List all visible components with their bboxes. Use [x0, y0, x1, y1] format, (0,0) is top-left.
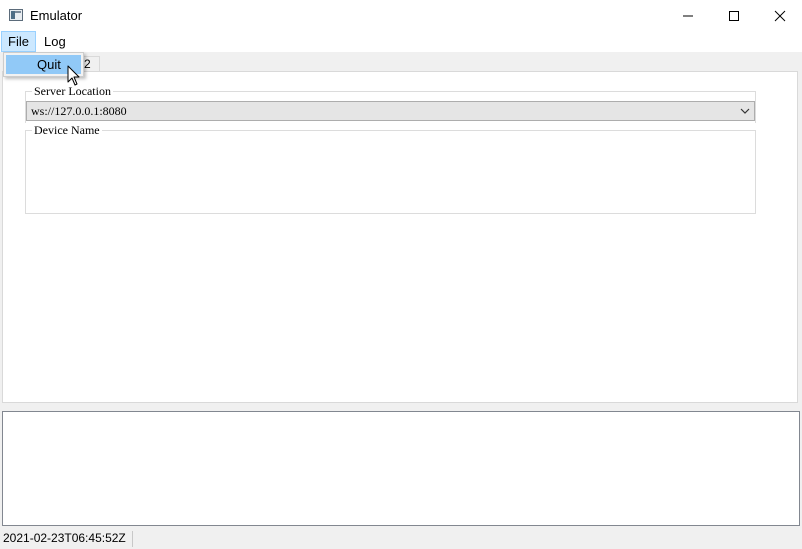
server-location-select[interactable]: ws://127.0.0.1:8080	[26, 101, 755, 121]
status-separator	[132, 531, 133, 547]
application-window: Emulator File Log 2 Server Location ws:/…	[0, 0, 802, 549]
menu-file[interactable]: File	[1, 31, 36, 52]
title-bar[interactable]: Emulator	[0, 0, 802, 31]
minimize-button[interactable]	[664, 0, 710, 31]
status-timestamp: 2021-02-23T06:45:52Z	[3, 531, 126, 545]
device-name-group: Device Name	[25, 123, 756, 214]
window-title: Emulator	[30, 8, 83, 23]
log-textarea[interactable]	[2, 411, 800, 526]
server-location-value: ws://127.0.0.1:8080	[31, 104, 127, 118]
menu-log[interactable]: Log	[38, 31, 72, 52]
tab-strip	[0, 52, 802, 71]
maximize-icon	[729, 11, 739, 21]
tab-panel: Server Location ws://127.0.0.1:8080 Devi…	[2, 71, 798, 403]
maximize-button[interactable]	[710, 0, 756, 31]
status-bar: 2021-02-23T06:45:52Z	[0, 528, 802, 549]
mouse-cursor-icon	[67, 65, 80, 86]
minimize-icon	[683, 15, 693, 17]
device-name-legend: Device Name	[32, 123, 102, 138]
menu-bar: File Log	[0, 31, 802, 52]
app-icon	[9, 9, 23, 21]
chevron-down-icon	[740, 108, 750, 114]
close-icon	[774, 10, 786, 22]
close-button[interactable]	[756, 0, 802, 31]
